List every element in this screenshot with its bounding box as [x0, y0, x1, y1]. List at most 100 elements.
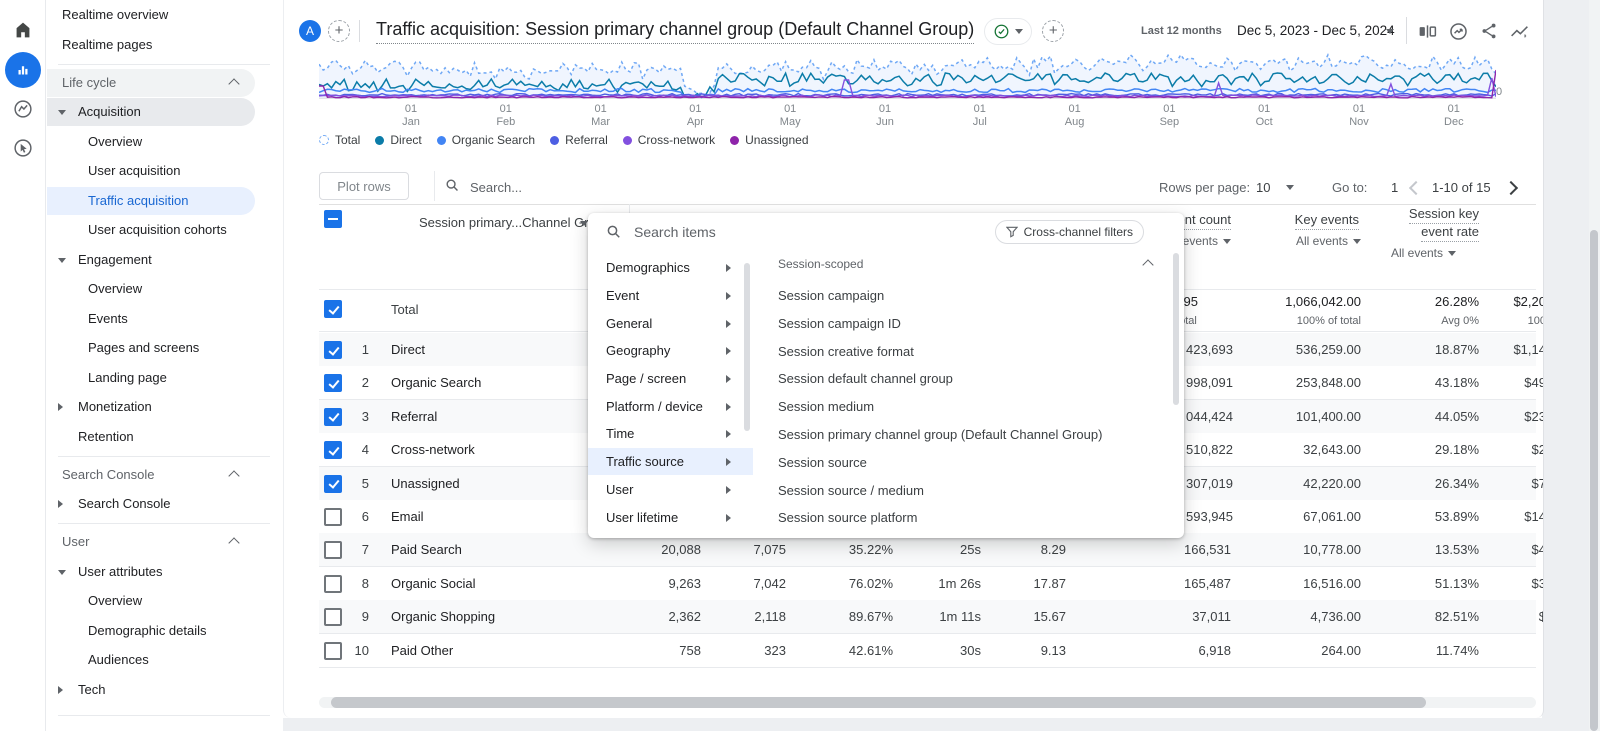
- dimension-item-session-source[interactable]: Session source: [778, 449, 867, 476]
- cell-key-events: 32,643.00: [1303, 442, 1361, 457]
- select-all-checkbox[interactable]: [324, 210, 342, 228]
- rows-per-page-select[interactable]: 10: [1256, 180, 1270, 195]
- x-axis-tick: 01Jun: [863, 103, 907, 129]
- dimension-item-session-campaign[interactable]: Session campaign: [778, 282, 884, 309]
- sidebar-item-engagement[interactable]: Engagement: [45, 246, 283, 274]
- key-events-metric-select[interactable]: All events: [1296, 234, 1361, 248]
- row-name: Email: [391, 509, 424, 524]
- home-icon[interactable]: [5, 12, 41, 48]
- sidebar-item-events[interactable]: Events: [45, 305, 283, 333]
- category-item-time[interactable]: Time: [588, 420, 753, 447]
- reports-icon[interactable]: [5, 52, 41, 88]
- sidebar-item-traffic-acquisition[interactable]: Traffic acquisition: [45, 187, 283, 215]
- caret-down-icon[interactable]: [58, 570, 66, 575]
- sidebar-item-life-cycle[interactable]: Life cycle: [45, 69, 283, 97]
- sidebar-item-search-console[interactable]: Search Console: [45, 461, 283, 489]
- legend-item[interactable]: Direct: [375, 133, 421, 147]
- caret-right-icon[interactable]: [58, 500, 63, 508]
- sidebar-item-user[interactable]: User: [45, 528, 283, 556]
- dimension-item-session-default-channel-group[interactable]: Session default channel group: [778, 365, 953, 392]
- sidebar-item-pages-and-screens[interactable]: Pages and screens: [45, 334, 283, 362]
- advertising-icon[interactable]: [5, 130, 41, 166]
- category-item-traffic-source[interactable]: Traffic source: [588, 448, 753, 475]
- page-scrollbar[interactable]: [1590, 230, 1598, 731]
- cross-channel-filters-chip[interactable]: Cross-channel filters: [995, 220, 1144, 244]
- dimension-item-session-source-medium[interactable]: Session source / medium: [778, 477, 924, 504]
- sidebar-item-overview[interactable]: Overview: [45, 128, 283, 156]
- insights-icon[interactable]: [1445, 18, 1471, 44]
- rows-per-page-label: Rows per page:: [1159, 180, 1250, 195]
- sidebar-item-realtime-overview[interactable]: Realtime overview: [45, 1, 283, 29]
- caret-down-icon[interactable]: [58, 258, 66, 263]
- sidebar-item-landing-page[interactable]: Landing page: [45, 364, 283, 392]
- avatar[interactable]: A: [299, 20, 321, 42]
- category-item-event[interactable]: Event: [588, 282, 753, 309]
- sidebar-item-tech[interactable]: Tech: [45, 676, 283, 704]
- add-comparison-button[interactable]: +: [328, 20, 350, 42]
- trendline-icon[interactable]: [1506, 18, 1532, 44]
- caret-right-icon[interactable]: [58, 403, 63, 411]
- date-range-selector[interactable]: Dec 5, 2023 - Dec 5, 2024: [1237, 23, 1395, 38]
- sidebar-item-user-attributes[interactable]: User attributes: [45, 558, 283, 586]
- category-item-platform-device[interactable]: Platform / device: [588, 393, 753, 420]
- share-icon[interactable]: [1476, 18, 1502, 44]
- session-rate-metric-select[interactable]: All events: [1391, 246, 1456, 260]
- sidebar-item-monetization[interactable]: Monetization: [45, 393, 283, 421]
- column-key-events[interactable]: Key events: [1295, 212, 1359, 227]
- row-name: Paid Other: [391, 643, 453, 658]
- sidebar-item-realtime-pages[interactable]: Realtime pages: [45, 31, 283, 59]
- table-hscrollbar[interactable]: [331, 697, 1426, 708]
- category-item-user[interactable]: User: [588, 476, 753, 503]
- column-session-key-event-rate[interactable]: event rate: [1421, 224, 1479, 239]
- date-preset-label: Last 12 months: [1141, 25, 1222, 37]
- legend-item[interactable]: Organic Search: [437, 133, 535, 147]
- dimension-item-session-primary-channel-group-default-channel-group-[interactable]: Session primary channel group (Default C…: [778, 421, 1102, 448]
- category-item-general[interactable]: General: [588, 310, 753, 337]
- sidebar-item-overview[interactable]: Overview: [45, 587, 283, 615]
- sidebar-item-user-acquisition[interactable]: User acquisition: [45, 157, 283, 185]
- legend-item[interactable]: Unassigned: [730, 133, 808, 147]
- sidebar-item-acquisition[interactable]: Acquisition: [45, 98, 283, 126]
- dimension-item-session-source-platform[interactable]: Session source platform: [778, 504, 917, 531]
- sidebar-item-demographic-details[interactable]: Demographic details: [45, 617, 283, 645]
- category-item-page-screen[interactable]: Page / screen: [588, 365, 753, 392]
- column-session-key-event-rate[interactable]: Session key: [1409, 206, 1479, 221]
- dimension-item-session-campaign-id[interactable]: Session campaign ID: [778, 310, 901, 337]
- caret-right-icon[interactable]: [58, 686, 63, 694]
- category-item-geography[interactable]: Geography: [588, 337, 753, 364]
- totals-checkbox[interactable]: [324, 300, 342, 318]
- row-name: Cross-network: [391, 442, 475, 457]
- sidebar-item-user-acquisition-cohorts[interactable]: User acquisition cohorts: [45, 216, 283, 244]
- sidebar-item-overview[interactable]: Overview: [45, 275, 283, 303]
- sidebar-item-audiences[interactable]: Audiences: [45, 646, 283, 674]
- table-search-input[interactable]: Search...: [470, 180, 522, 195]
- dimension-item-session-medium[interactable]: Session medium: [778, 393, 874, 420]
- cell-event-count: 593,945: [1186, 509, 1233, 524]
- pagination-prev-icon[interactable]: [1409, 181, 1423, 195]
- chevron-up-icon[interactable]: [228, 470, 239, 481]
- sidebar-item-search-console[interactable]: Search Console: [45, 490, 283, 518]
- category-scrollbar[interactable]: [744, 263, 750, 431]
- items-scrollbar[interactable]: [1173, 253, 1179, 405]
- pagination-next-icon[interactable]: [1504, 181, 1518, 195]
- legend-item[interactable]: Referral: [550, 133, 608, 147]
- report-status-badge[interactable]: [984, 18, 1032, 45]
- category-item-demographics[interactable]: Demographics: [588, 254, 753, 281]
- nav-item-label: Landing page: [88, 364, 167, 392]
- explore-icon[interactable]: [5, 91, 41, 127]
- legend-item[interactable]: Total: [319, 133, 360, 147]
- search-items-input[interactable]: Search items: [634, 224, 716, 240]
- category-item-custom[interactable]: Custom: [588, 249, 753, 254]
- dimension-item-session-creative-format[interactable]: Session creative format: [778, 338, 914, 365]
- comparison-icon[interactable]: [1414, 18, 1440, 44]
- sidebar-item-retention[interactable]: Retention: [45, 423, 283, 451]
- chevron-up-icon[interactable]: [228, 537, 239, 548]
- table-row: 7Paid Search20,0887,07535.22%25s8.29166,…: [319, 533, 1536, 567]
- goto-input[interactable]: 1: [1391, 180, 1398, 195]
- caret-down-icon[interactable]: [58, 110, 66, 115]
- add-report-button[interactable]: +: [1042, 20, 1064, 42]
- legend-item[interactable]: Cross-network: [623, 133, 715, 147]
- category-item-user-lifetime[interactable]: User lifetime: [588, 504, 753, 531]
- totals-label: Total: [391, 302, 418, 317]
- plot-rows-button[interactable]: Plot rows: [319, 172, 409, 200]
